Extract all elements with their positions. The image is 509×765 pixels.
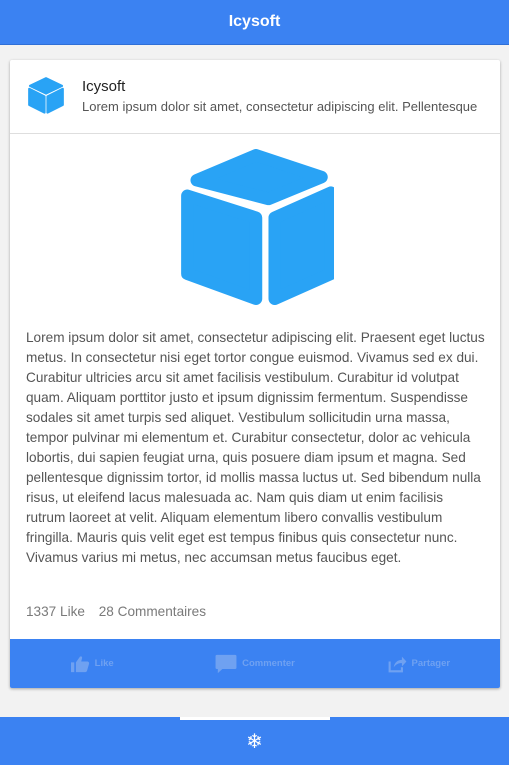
comment-label: Commenter — [242, 658, 295, 669]
comment-count: 28 Commentaires — [98, 604, 207, 619]
post-stats: 1337 Like 28 Commentaires — [26, 604, 216, 619]
post-card: Icysoft Lorem ipsum dolor sit amet, cons… — [10, 60, 500, 688]
comment-icon — [215, 654, 237, 673]
like-label: Like — [94, 658, 114, 669]
like-count: 1337 Like — [26, 604, 85, 619]
bottom-bar: ❄ — [0, 717, 509, 765]
cube-illustration — [181, 149, 334, 305]
share-label: Partager — [411, 658, 451, 669]
comment-button[interactable]: Commenter — [173, 639, 336, 688]
post-subtitle: Lorem ipsum dolor sit amet, consectetur … — [82, 99, 478, 114]
like-button[interactable]: Like — [10, 639, 173, 688]
thumbs-up-icon — [70, 655, 89, 672]
bottom-tab-indicator — [180, 717, 330, 720]
card-header: Icysoft Lorem ipsum dolor sit amet, cons… — [10, 60, 500, 134]
post-body: Lorem ipsum dolor sit amet, consectetur … — [26, 330, 485, 565]
share-icon — [388, 656, 406, 672]
app-title: Icysoft — [228, 13, 281, 30]
app-bar: Icysoft — [0, 0, 509, 45]
post-author: Icysoft — [82, 78, 126, 95]
action-bar: Like Commenter Partager — [10, 639, 500, 688]
snowflake-icon[interactable]: ❄ — [246, 729, 263, 754]
cube-icon — [28, 77, 64, 114]
share-button[interactable]: Partager — [337, 639, 500, 688]
